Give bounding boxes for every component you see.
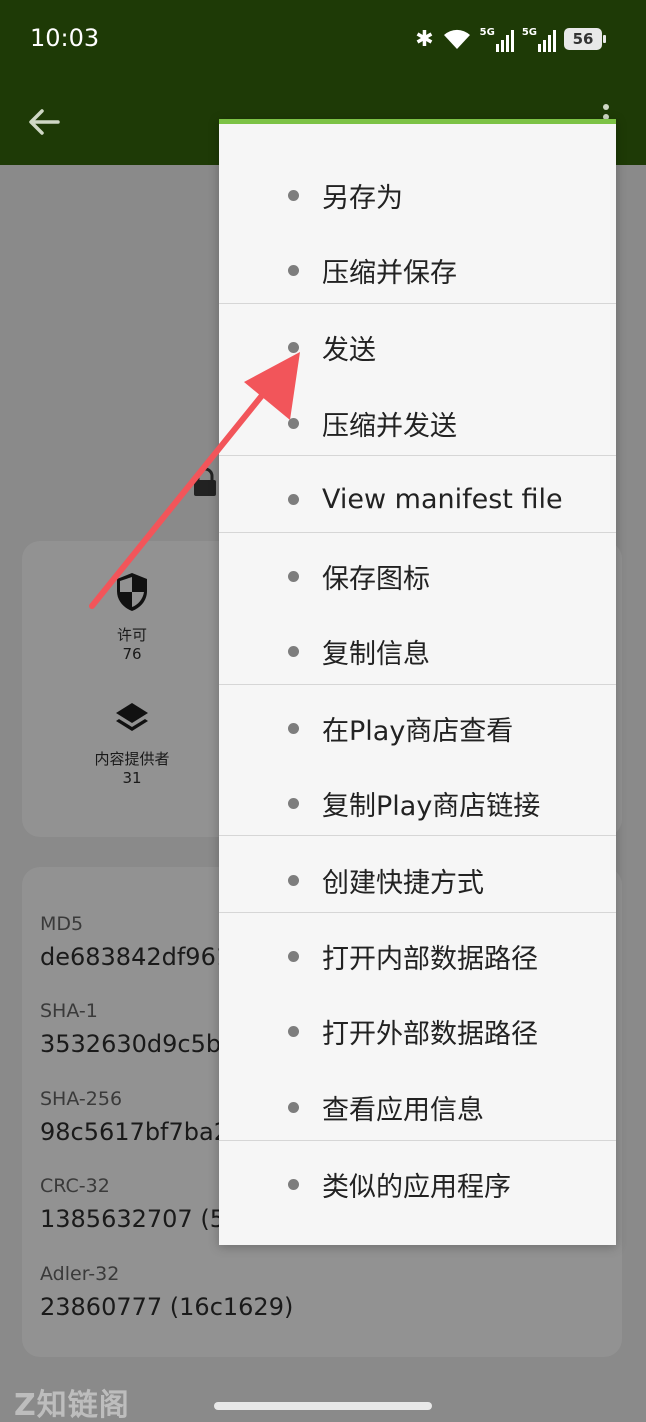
hash-value: 23860777 (16c1629) — [40, 1293, 294, 1321]
providers-stat[interactable]: 内容提供者 31 — [62, 701, 202, 788]
menu-item-copy-info[interactable]: 复制信息 — [219, 621, 616, 681]
gesture-nav-bar[interactable] — [214, 1402, 432, 1410]
menu-item-compress-send[interactable]: 压缩并发送 — [219, 393, 616, 453]
layers-icon — [62, 701, 202, 742]
signal-icon-1: 5G — [480, 27, 514, 52]
bullet-icon — [288, 950, 299, 962]
menu-item-label: 压缩并保存 — [322, 257, 457, 289]
menu-item-label: 压缩并发送 — [322, 410, 457, 442]
bullet-icon — [288, 493, 299, 505]
bullet-icon — [288, 189, 299, 201]
bullet-icon — [288, 417, 299, 429]
menu-item-label: 发送 — [322, 334, 376, 366]
menu-item-open-internal-data[interactable]: 打开内部数据路径 — [219, 926, 616, 986]
menu-item-save-as[interactable]: 另存为 — [219, 165, 616, 225]
hash-value: 98c5617bf7ba2 — [40, 1118, 229, 1146]
bullet-icon — [288, 645, 299, 657]
hash-value: 1385632707 (52 — [40, 1205, 241, 1233]
hash-label: MD5 — [40, 913, 84, 935]
hash-label: Adler-32 — [40, 1263, 120, 1285]
menu-divider — [219, 684, 616, 685]
lock-icon — [192, 467, 218, 497]
bullet-icon — [288, 1101, 299, 1113]
hash-md5[interactable]: MD5 de683842df961 — [40, 913, 231, 971]
menu-item-label: 打开外部数据路径 — [322, 1018, 538, 1050]
menu-item-send[interactable]: 发送 — [219, 317, 616, 377]
providers-count: 31 — [122, 769, 142, 787]
permissions-stat[interactable]: 许可 76 — [62, 571, 202, 664]
status-icons: ✱ 5G 5G 56 — [415, 24, 606, 54]
providers-label: 内容提供者 — [94, 750, 170, 768]
watermark-logo: Z知链阁 — [14, 1388, 130, 1422]
menu-item-label: 另存为 — [322, 182, 403, 214]
bluetooth-icon: ✱ — [415, 26, 434, 52]
bullet-icon — [288, 341, 299, 353]
bullet-icon — [288, 264, 299, 276]
hash-sha1[interactable]: SHA-1 3532630d9c5b — [40, 1000, 221, 1058]
wifi-icon — [442, 27, 472, 51]
hash-crc32[interactable]: CRC-32 1385632707 (52 — [40, 1175, 240, 1233]
menu-item-app-info[interactable]: 查看应用信息 — [219, 1077, 616, 1137]
hash-sha256[interactable]: SHA-256 98c5617bf7ba2 — [40, 1088, 229, 1146]
clock: 10:03 — [30, 24, 100, 52]
overflow-menu: 另存为 压缩并保存 发送 压缩并发送 View manifest file 保存… — [219, 119, 616, 1245]
shield-icon — [62, 571, 202, 618]
status-bar: 10:03 ✱ 5G 5G 56 — [0, 0, 646, 78]
back-arrow-icon[interactable] — [24, 102, 64, 142]
bullet-icon — [288, 722, 299, 734]
hash-label: SHA-1 — [40, 1000, 98, 1022]
permissions-label: 许可 — [116, 626, 147, 644]
menu-item-label: 查看应用信息 — [322, 1094, 484, 1126]
menu-divider — [219, 303, 616, 304]
menu-divider — [219, 532, 616, 533]
menu-divider — [219, 835, 616, 836]
menu-item-label: 在Play商店查看 — [322, 715, 514, 747]
menu-divider — [219, 1140, 616, 1141]
bullet-icon — [288, 570, 299, 582]
bullet-icon — [288, 1178, 299, 1190]
signal-icon-2: 5G — [522, 27, 556, 52]
hash-value: de683842df961 — [40, 943, 232, 971]
bullet-icon — [288, 874, 299, 886]
hash-label: SHA-256 — [40, 1088, 123, 1110]
battery-icon: 56 — [564, 28, 606, 50]
menu-item-label: 保存图标 — [322, 563, 430, 595]
bullet-icon — [288, 797, 299, 809]
menu-item-similar-apps[interactable]: 类似的应用程序 — [219, 1154, 616, 1214]
menu-item-label: 复制Play商店链接 — [322, 790, 541, 822]
hash-label: CRC-32 — [40, 1175, 110, 1197]
menu-item-label: 打开内部数据路径 — [322, 943, 538, 975]
menu-item-label: 复制信息 — [322, 638, 430, 670]
menu-divider — [219, 912, 616, 913]
menu-item-create-shortcut[interactable]: 创建快捷方式 — [219, 850, 616, 910]
menu-item-label: 创建快捷方式 — [322, 867, 484, 899]
bullet-icon — [288, 1025, 299, 1037]
menu-item-copy-play-link[interactable]: 复制Play商店链接 — [219, 773, 616, 833]
menu-item-label: View manifest file — [322, 483, 563, 515]
menu-item-view-manifest[interactable]: View manifest file — [219, 469, 616, 529]
menu-item-save-icon[interactable]: 保存图标 — [219, 546, 616, 606]
permissions-count: 76 — [122, 645, 142, 663]
hash-adler32[interactable]: Adler-32 23860777 (16c1629) — [40, 1263, 293, 1321]
menu-item-compress-save[interactable]: 压缩并保存 — [219, 240, 616, 300]
hash-value: 3532630d9c5b — [40, 1030, 222, 1058]
menu-item-label: 类似的应用程序 — [322, 1171, 511, 1203]
menu-divider — [219, 455, 616, 456]
menu-item-open-external-data[interactable]: 打开外部数据路径 — [219, 1001, 616, 1061]
menu-item-view-in-play[interactable]: 在Play商店查看 — [219, 698, 616, 758]
